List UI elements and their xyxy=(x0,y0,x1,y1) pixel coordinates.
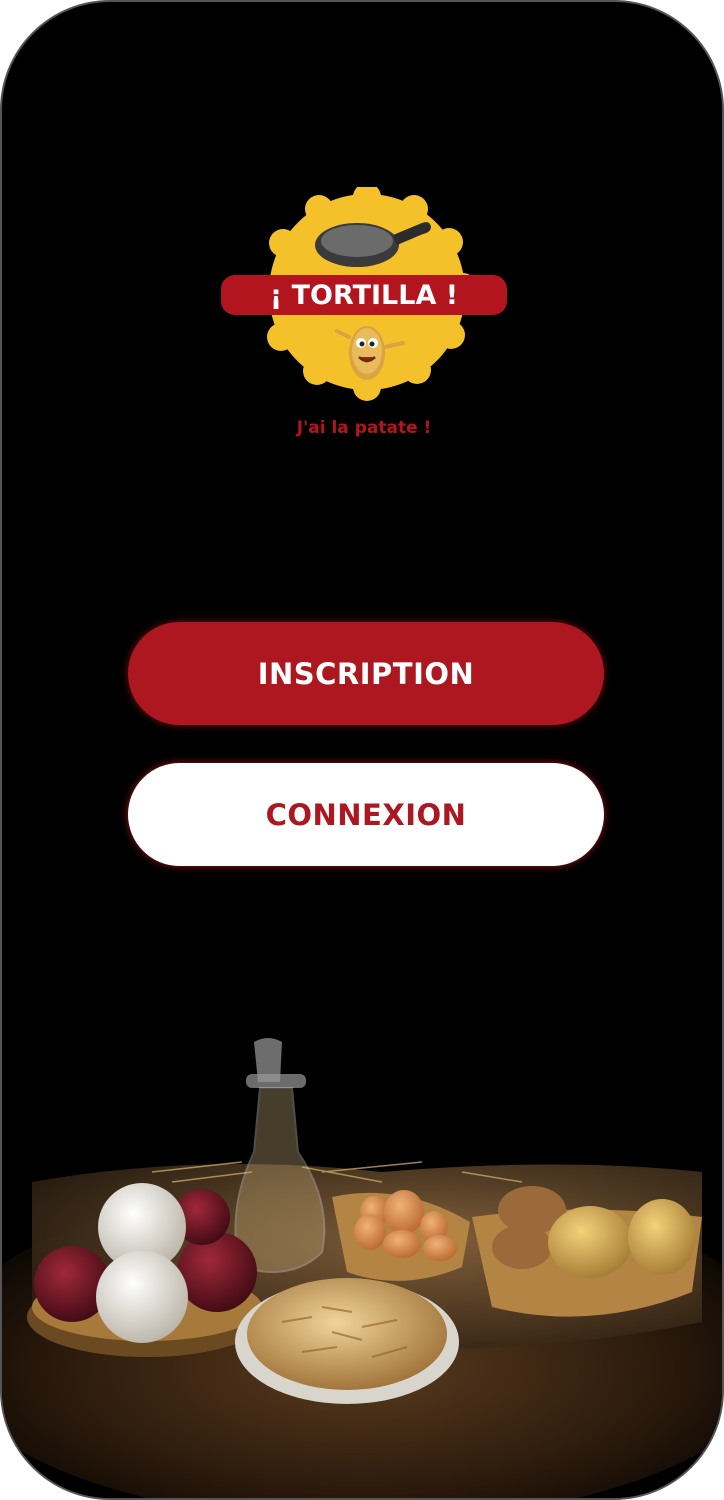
logo-text: ¡ TORTILLA ! xyxy=(270,280,458,311)
signup-button[interactable]: INSCRIPTION xyxy=(128,622,604,725)
ingredients-illustration xyxy=(2,1022,722,1498)
phone-screen: ¡ TORTILLA ! J'ai la patate ! INSCRIPTIO… xyxy=(0,0,724,1500)
login-button[interactable]: CONNEXION xyxy=(128,763,604,866)
brand-logo: ¡ TORTILLA ! xyxy=(217,183,512,402)
brand-tagline: J'ai la patate ! xyxy=(296,418,432,438)
